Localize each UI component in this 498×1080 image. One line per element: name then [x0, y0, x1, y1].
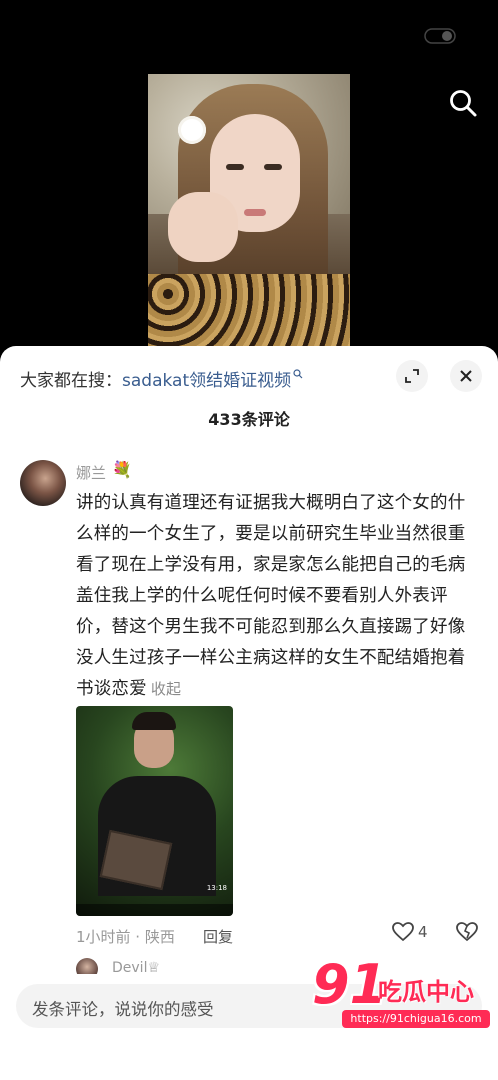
- expand-button[interactable]: [396, 360, 428, 392]
- like-button[interactable]: 4: [392, 922, 428, 942]
- hot-search-term[interactable]: sadakat领结婚证视频: [122, 371, 291, 391]
- comment-meta: 1小时前 · 陕西: [76, 928, 175, 946]
- video-frame: [148, 74, 350, 360]
- comment-count: 433条评论: [208, 410, 290, 429]
- expand-icon: [405, 369, 419, 383]
- avatar[interactable]: [20, 460, 66, 506]
- comments-header: 大家都在搜：sadakat领结婚证视频: [0, 346, 498, 406]
- hot-search-prefix: 大家都在搜：: [20, 371, 122, 391]
- comment-input-placeholder: 发条评论，说说你的感受: [32, 1000, 214, 1019]
- site-watermark: 91 吃瓜中心 https://91chigua16.com: [312, 958, 492, 1032]
- comment-image[interactable]: 13:18: [76, 706, 233, 916]
- watermark-number: 91: [312, 953, 388, 1016]
- reply-button[interactable]: 回复: [203, 926, 233, 947]
- comment-username[interactable]: 娜兰: [76, 462, 106, 483]
- close-button[interactable]: [450, 360, 482, 392]
- comment-body: 讲的认真有道理还有证据我大概明白了这个女的什么样的一个女生了，要是以前研究生毕业…: [76, 493, 466, 699]
- watermark-brand: 吃瓜中心: [378, 978, 474, 1006]
- close-icon: [460, 370, 472, 382]
- comment-text: 讲的认真有道理还有证据我大概明白了这个女的什么样的一个女生了，要是以前研究生毕业…: [76, 488, 476, 705]
- hot-search-link[interactable]: 大家都在搜：sadakat领结婚证视频: [20, 366, 303, 391]
- flower-decoration: [178, 116, 206, 144]
- mini-search-icon: [293, 369, 303, 379]
- toggle-icon[interactable]: [424, 28, 456, 44]
- bouquet-icon: 💐: [112, 460, 132, 479]
- image-timecode: 13:18: [206, 884, 227, 892]
- collapse-button[interactable]: 收起: [151, 680, 181, 698]
- video-player[interactable]: [0, 0, 498, 360]
- broken-heart-icon: [456, 922, 478, 942]
- like-count: 4: [418, 923, 428, 941]
- dislike-button[interactable]: [456, 922, 478, 946]
- watermark-url: https://91chigua16.com: [342, 1010, 490, 1028]
- search-icon[interactable]: [448, 88, 478, 118]
- heart-icon: [392, 922, 414, 942]
